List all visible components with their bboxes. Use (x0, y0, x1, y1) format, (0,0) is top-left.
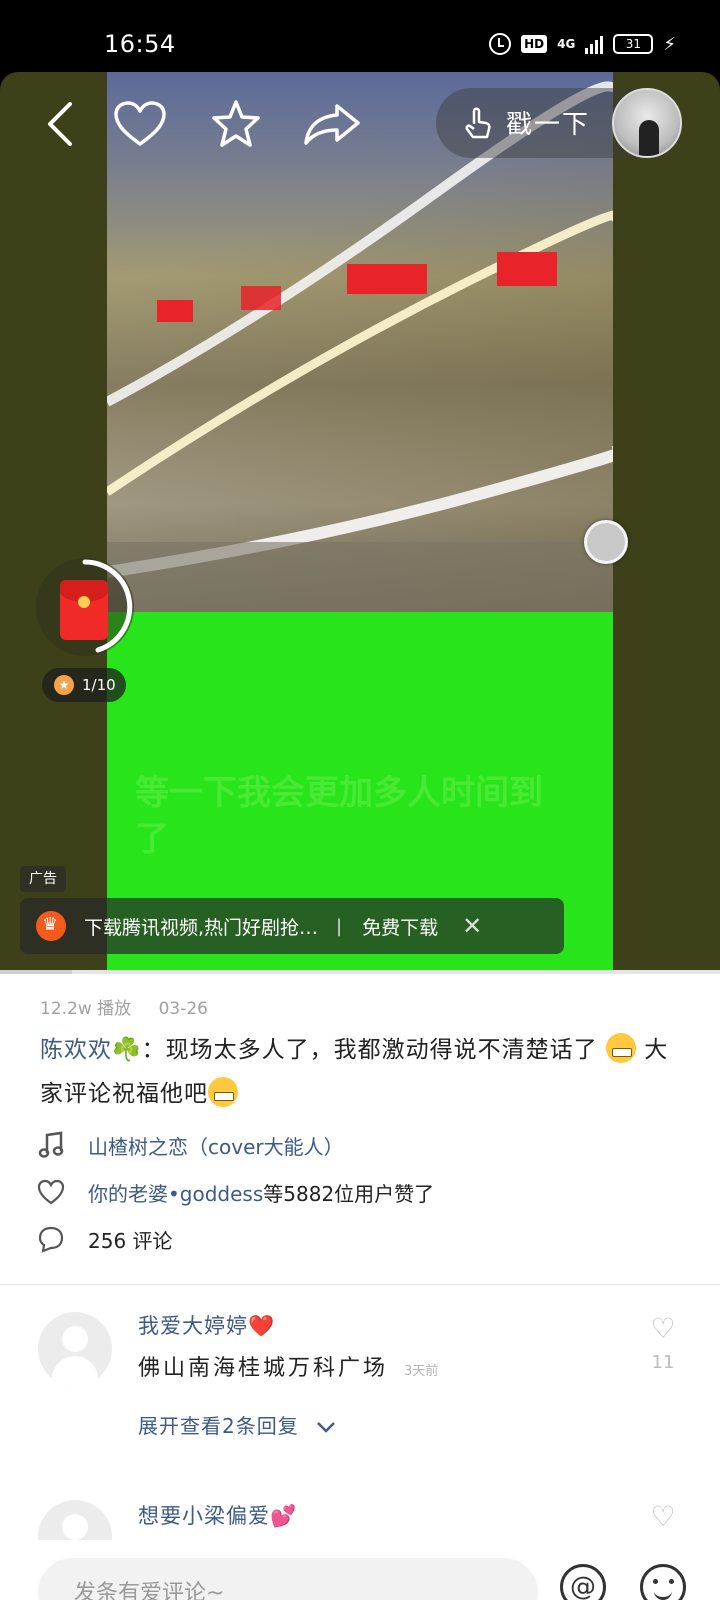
comment-like-count: 11 (651, 1352, 675, 1373)
heart-outline-icon: ♡ (650, 1312, 676, 1345)
like-user-link[interactable]: 你的老婆•goddess (88, 1178, 263, 1207)
charging-icon: ⚡ (663, 33, 676, 55)
red-envelope-progress-text: 1/10 (82, 676, 116, 694)
heart-outline-icon (36, 1177, 66, 1207)
comment-author-emoji: 💕 (270, 1504, 298, 1528)
like-button[interactable] (112, 100, 168, 148)
status-time: 16:54 (104, 30, 176, 58)
back-button[interactable] (40, 100, 80, 148)
favorite-button[interactable] (208, 100, 264, 148)
ad-label: 广告 (20, 866, 66, 892)
comment-author-name[interactable]: 我爱大婷婷 (138, 1314, 248, 1338)
share-arrow-icon (304, 104, 360, 145)
comment-avatar[interactable] (38, 1312, 112, 1386)
music-row[interactable]: 山楂树之恋（cover大能人） (36, 1130, 344, 1160)
share-button[interactable] (302, 100, 362, 148)
ad-separator: | (336, 915, 343, 937)
ad-download-button[interactable]: 免费下载 (362, 913, 438, 940)
scrub-handle[interactable] (584, 520, 628, 564)
close-icon[interactable]: ✕ (462, 912, 482, 940)
comment-text: 佛山南海桂城万科广场 3天前 (138, 1350, 438, 1382)
expand-replies-button[interactable]: 展开查看2条回复 (138, 1410, 336, 1439)
back-arrow-icon (48, 102, 72, 146)
red-envelope-icon (60, 580, 108, 640)
author-name-link[interactable]: 陈欢欢 (40, 1037, 112, 1063)
tencent-video-icon (36, 911, 66, 941)
status-bar: 16:54 HD 4G 31 ⚡ (0, 0, 720, 72)
post-date: 03-26 (158, 999, 208, 1019)
grin-emoji-icon (208, 1077, 238, 1107)
comment-body: 佛山南海桂城万科广场 (138, 1356, 389, 1381)
battery-icon: 31 (613, 34, 654, 54)
comment-author-emoji: ❤️ (248, 1314, 276, 1338)
author-avatar[interactable] (612, 88, 682, 158)
post-description: 陈欢欢☘️：现场太多人了，我都激动得说不清楚话了 大家评论祝福他吧 (40, 1028, 690, 1116)
video-frame[interactable]: 等一下我会更加多人时间到了 (107, 72, 613, 972)
alarm-icon (489, 33, 512, 55)
video-player[interactable]: 等一下我会更加多人时间到了 (0, 72, 720, 972)
coin-icon: ★ (54, 675, 74, 695)
like-count-text: 等5882位用户赞了 (263, 1181, 435, 1206)
comment-like-button[interactable]: ♡ (646, 1502, 680, 1532)
comment-bubble-icon (36, 1224, 66, 1254)
ad-banner[interactable]: 下载腾讯视频,热门好剧抢… | 免费下载 ✕ (20, 898, 564, 954)
grimace-emoji-icon (605, 1033, 636, 1063)
comment-author[interactable]: 想要小梁偏爱💕 (138, 1500, 297, 1530)
expand-replies-label[interactable]: 展开查看2条回复 (138, 1414, 299, 1438)
comment-author[interactable]: 我爱大婷婷❤️ (138, 1310, 275, 1340)
music-note-icon (36, 1130, 66, 1160)
description-text-1: 现场太多人了，我都激动得说不清楚话了 (165, 1037, 598, 1063)
likes-row[interactable]: 你的老婆•goddess 等5882位用户赞了 (36, 1177, 434, 1207)
heart-outline-icon: ♡ (650, 1500, 676, 1533)
comments-count-row[interactable]: 256 评论 (36, 1224, 173, 1254)
poke-label: 戳一下 (506, 110, 591, 140)
comment-input[interactable] (38, 1558, 538, 1600)
post-info: 12.2w 播放 03-26 陈欢欢☘️：现场太多人了，我都激动得说不清楚话了 … (0, 974, 720, 1600)
heart-outline-icon (114, 101, 166, 146)
play-count: 12.2w 播放 (40, 999, 132, 1019)
red-envelope-counter: ★ 1/10 (42, 668, 126, 702)
video-subtitle: 等一下我会更加多人时间到了 (135, 773, 543, 859)
author-colon: ： (141, 1037, 166, 1063)
music-title[interactable]: 山楂树之恋（cover大能人） (88, 1131, 344, 1160)
clover-emoji: ☘️ (112, 1037, 142, 1063)
hd-badge: HD (521, 35, 548, 53)
comment-like-button[interactable]: ♡ 11 (646, 1312, 680, 1374)
chevron-down-icon (316, 1414, 336, 1438)
signal-icon (585, 34, 604, 54)
comment-author-name[interactable]: 想要小梁偏爱 (138, 1504, 270, 1528)
star-outline-icon (212, 100, 260, 147)
status-icons: HD 4G 31 ⚡ (489, 30, 676, 58)
ad-text[interactable]: 下载腾讯视频,热门好剧抢… (84, 913, 318, 940)
comments-count: 256 评论 (88, 1228, 173, 1253)
tap-hand-icon (465, 107, 491, 139)
comment-time: 3天前 (404, 1364, 439, 1379)
network-label: 4G (557, 37, 576, 51)
section-divider (0, 1284, 720, 1285)
post-meta: 12.2w 播放 03-26 (40, 994, 208, 1019)
